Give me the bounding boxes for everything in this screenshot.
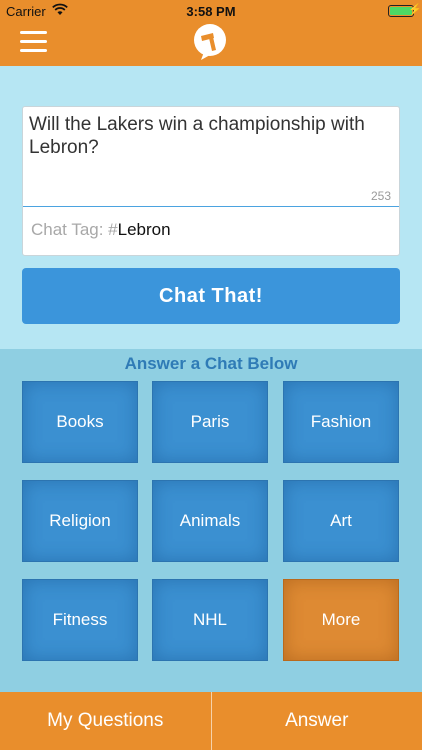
top-navigation-bar: Carrier 3:58 PM ⚡ bbox=[0, 0, 422, 66]
tab-my-questions[interactable]: My Questions bbox=[0, 692, 211, 750]
status-time: 3:58 PM bbox=[186, 4, 236, 19]
category-tile-paris[interactable]: Paris bbox=[152, 381, 268, 463]
hamburger-line bbox=[20, 31, 47, 34]
status-bar: Carrier 3:58 PM ⚡ bbox=[0, 0, 422, 22]
question-composer: Will the Lakers win a championship with … bbox=[22, 106, 400, 256]
chat-hammer-logo-icon bbox=[190, 22, 230, 62]
charging-icon: ⚡ bbox=[408, 4, 422, 16]
category-tile-fitness[interactable]: Fitness bbox=[22, 579, 138, 661]
chat-tag-value[interactable]: Lebron bbox=[118, 220, 171, 239]
answer-heading: Answer a Chat Below bbox=[124, 354, 298, 373]
bottom-tab-bar: My Questions Answer bbox=[0, 692, 422, 750]
composer-divider bbox=[23, 206, 399, 207]
question-input[interactable]: Will the Lakers win a championship with … bbox=[29, 113, 389, 159]
chat-that-button[interactable]: Chat That! bbox=[22, 268, 400, 324]
chat-tag-field[interactable]: Chat Tag: #Lebron bbox=[31, 220, 171, 240]
category-tile-animals[interactable]: Animals bbox=[152, 480, 268, 562]
hamburger-icon[interactable] bbox=[20, 31, 47, 53]
tab-answer[interactable]: Answer bbox=[212, 692, 422, 750]
category-tile-books[interactable]: Books bbox=[22, 381, 138, 463]
category-tile-more[interactable]: More bbox=[283, 579, 399, 661]
category-tile-fashion[interactable]: Fashion bbox=[283, 381, 399, 463]
chat-tag-prefix: Chat Tag: # bbox=[31, 220, 118, 239]
category-tile-art[interactable]: Art bbox=[283, 480, 399, 562]
character-count: 253 bbox=[370, 189, 391, 203]
hamburger-line bbox=[20, 49, 47, 52]
hamburger-line bbox=[20, 40, 47, 43]
category-tile-nhl[interactable]: NHL bbox=[152, 579, 268, 661]
category-tile-religion[interactable]: Religion bbox=[22, 480, 138, 562]
